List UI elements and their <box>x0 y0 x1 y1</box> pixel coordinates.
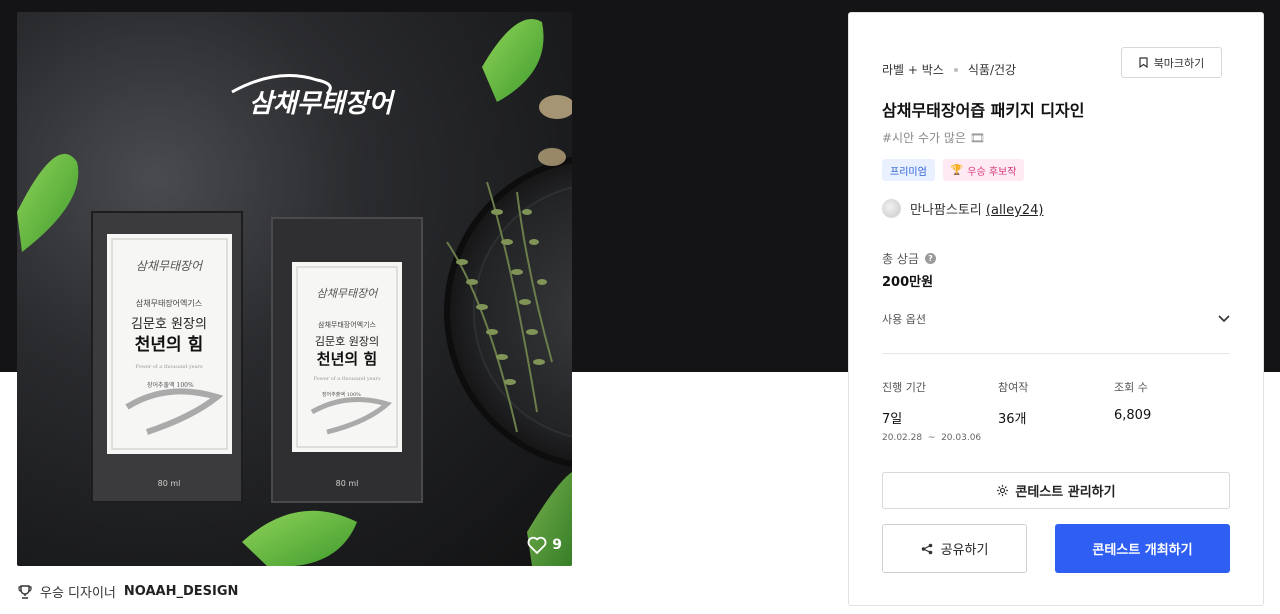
svg-text:장어추출액 100%: 장어추출액 100% <box>322 391 361 398</box>
like-button[interactable]: 9 <box>527 536 562 554</box>
winner-designer: 우승 디자이너 NOAAH_DESIGN <box>18 582 238 601</box>
bookmark-icon <box>1139 57 1148 68</box>
host-contest-button[interactable]: 콘테스트 개최하기 <box>1055 524 1230 573</box>
svg-text:천년의 힘: 천년의 힘 <box>317 350 377 368</box>
winner-label: 우승 디자이너 <box>40 586 116 601</box>
artwork-illustration: 삼채무태장어 삼채무태장어 삼채무태장어엑기스 김문호 원장의 천년의 힘 Po… <box>17 19 572 566</box>
contest-artwork[interactable]: 삼채무태장어 삼채무태장어 삼채무태장어엑기스 김문호 원장의 천년의 힘 Po… <box>17 12 572 566</box>
svg-text:장어추출액 100%: 장어추출액 100% <box>147 381 194 389</box>
svg-text:삼채무태장어: 삼채무태장어 <box>136 259 204 273</box>
winner-name[interactable]: NOAAH_DESIGN <box>124 584 239 599</box>
category-secondary[interactable]: 식품/건강 <box>968 61 1016 78</box>
usage-label: 사용 옵션 <box>882 313 926 326</box>
badge-row: 프리미엄 🏆 우승 후보작 <box>882 159 1025 181</box>
stat-value: 6,809 <box>1114 408 1152 423</box>
stat-label: 조회 수 <box>1114 381 1148 394</box>
host-info[interactable]: 만나팜스토리 (alley24) <box>882 199 1043 218</box>
svg-text:삼채무태장어: 삼채무태장어 <box>317 287 380 300</box>
bookmark-button[interactable]: 북마크하기 <box>1121 47 1222 78</box>
like-count: 9 <box>552 537 562 553</box>
trophy-icon <box>18 584 32 599</box>
svg-text:80 ml: 80 ml <box>158 479 181 488</box>
trophy-icon: 🏆 <box>950 164 964 176</box>
svg-text:80 ml: 80 ml <box>336 479 359 488</box>
stat-value: 36개 <box>998 412 1027 427</box>
leaf-top-right <box>482 19 544 102</box>
stat-value: 7일 <box>882 412 903 427</box>
stat-duration: 진행 기간 7일 20.02.28 ~ 20.03.06 <box>882 379 981 443</box>
right-package-box: 삼채무태장어 삼채무태장어엑기스 김문호 원장의 천년의 힘 Power of … <box>271 217 423 503</box>
svg-text:천년의 힘: 천년의 힘 <box>135 334 203 355</box>
host-name: 만나팜스토리 (alley24) <box>910 203 1044 218</box>
host-id[interactable]: (alley24) <box>986 203 1044 218</box>
prize-value: 200만원 <box>882 275 934 290</box>
svg-text:삼채무태장어엑기스: 삼채무태장어엑기스 <box>318 320 377 329</box>
usage-options-toggle[interactable]: 사용 옵션 <box>882 309 1230 329</box>
svg-text:김문호 원장의: 김문호 원장의 <box>315 335 379 348</box>
stat-label: 진행 기간 <box>882 381 926 394</box>
bookmark-label: 북마크하기 <box>1153 56 1205 70</box>
host-avatar <box>882 199 901 218</box>
contest-info-panel: 라벨 + 박스 식품/건강 북마크하기 삼채무태장어즙 패키지 디자인 #시안 … <box>848 12 1264 606</box>
manage-label: 콘테스트 관리하기 <box>1015 485 1116 500</box>
contest-tags: #시안 수가 많은 🎞 <box>882 131 985 145</box>
brand-logo: 삼채무태장어 <box>249 89 396 119</box>
share-icon <box>921 543 932 554</box>
category-breadcrumb: 라벨 + 박스 식품/건강 <box>882 61 1016 78</box>
premium-badge: 프리미엄 <box>882 159 935 181</box>
stat-entries: 참여작 36개 <box>998 379 1028 427</box>
separator-dot <box>953 67 958 72</box>
leaf-bottom <box>242 510 357 566</box>
svg-text:Power of a thousand years: Power of a thousand years <box>135 364 203 370</box>
help-icon[interactable]: ? <box>924 253 936 264</box>
plate <box>444 156 572 468</box>
heart-icon <box>527 536 547 554</box>
manage-contest-button[interactable]: 콘테스트 관리하기 <box>882 472 1230 509</box>
svg-text:김문호 원장의: 김문호 원장의 <box>131 317 207 332</box>
stat-views: 조회 수 6,809 <box>1114 379 1151 423</box>
contest-title: 삼채무태장어즙 패키지 디자인 <box>882 101 1085 120</box>
svg-text:삼채무태장어엑기스: 삼채무태장어엑기스 <box>136 298 202 308</box>
share-label: 공유하기 <box>940 543 989 558</box>
chevron-down-icon <box>1218 315 1230 323</box>
stat-date-range: 20.02.28 ~ 20.03.06 <box>882 433 982 443</box>
divider <box>882 353 1230 354</box>
winner-candidate-badge: 🏆 우승 후보작 <box>942 159 1025 181</box>
stat-label: 참여작 <box>998 381 1029 394</box>
candidate-label: 우승 후보작 <box>967 166 1017 178</box>
prize-label: 총 상금 ? <box>882 250 936 267</box>
category-primary[interactable]: 라벨 + 박스 <box>882 61 944 78</box>
left-package-box: 삼채무태장어 삼채무태장어엑기스 김문호 원장의 천년의 힘 Power of … <box>91 211 243 503</box>
share-button[interactable]: 공유하기 <box>882 524 1027 573</box>
leaf-left <box>17 153 79 252</box>
gear-icon <box>997 484 1009 497</box>
svg-text:Power of a thousand years: Power of a thousand years <box>313 376 381 382</box>
